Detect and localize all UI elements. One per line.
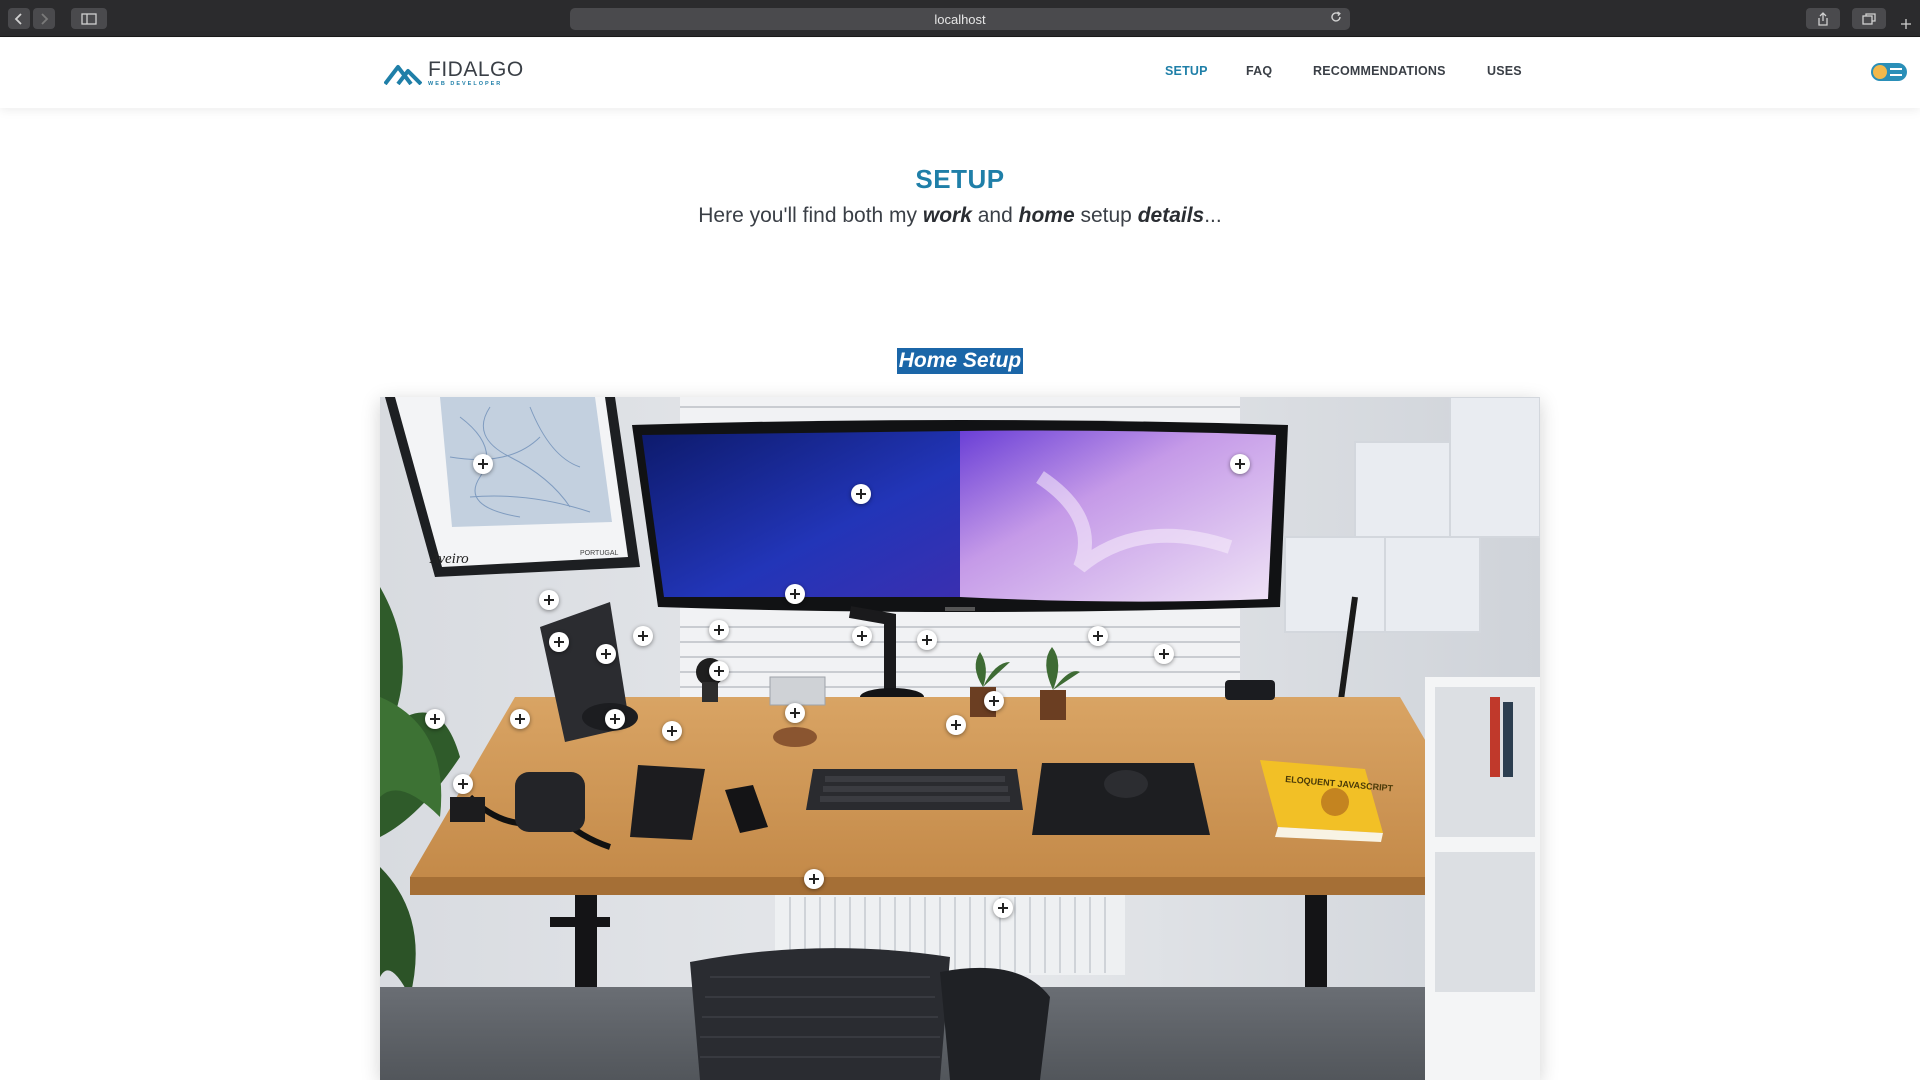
hotspot-chair[interactable] xyxy=(804,869,824,889)
section-heading: Home Setup xyxy=(0,346,1920,374)
hotspot-power-strip[interactable] xyxy=(453,774,473,794)
nav-link-uses[interactable]: USES xyxy=(1487,64,1522,78)
hotspot-map-poster[interactable] xyxy=(473,454,493,474)
address-bar[interactable]: localhost xyxy=(570,8,1350,30)
sidebar-icon xyxy=(81,12,97,25)
site-header: FIDALGO WEB DEVELOPER SETUP FAQ RECOMMEN… xyxy=(0,38,1920,108)
hotspot-phone-dock[interactable] xyxy=(1088,626,1108,646)
hotspot-camera[interactable] xyxy=(510,709,530,729)
subtitle-details: details xyxy=(1137,204,1205,227)
sidebar-toggle-button[interactable] xyxy=(71,8,107,29)
nav-link-setup[interactable]: SETUP xyxy=(1165,64,1208,78)
hotspot-tablet-stand[interactable] xyxy=(539,590,559,610)
chevron-right-icon xyxy=(41,12,49,25)
setup-photo: PORTUGAL Aveiro ELOQUENT JAVASCRIPT xyxy=(380,397,1540,1080)
tabs-button[interactable] xyxy=(1852,8,1886,29)
hotspot-dish[interactable] xyxy=(709,661,729,681)
sun-icon xyxy=(1873,65,1887,79)
hotspot-mousepad[interactable] xyxy=(946,715,966,735)
hotspot-light-panels[interactable] xyxy=(1230,454,1250,474)
hotspot-plant-2[interactable] xyxy=(917,630,937,650)
subtitle-text: setup xyxy=(1074,204,1138,227)
hotspot-plant-1[interactable] xyxy=(852,626,872,646)
logo-name: FIDALGO xyxy=(428,57,524,81)
chevron-left-icon xyxy=(14,12,22,25)
tabs-icon xyxy=(1862,12,1876,25)
forward-button[interactable] xyxy=(33,8,55,29)
hotspot-keyboard[interactable] xyxy=(785,703,805,723)
hotspot-controller[interactable] xyxy=(596,644,616,664)
logo[interactable]: FIDALGO WEB DEVELOPER xyxy=(384,58,524,88)
hotspot-monitor[interactable] xyxy=(851,484,871,504)
poster-signature: Aveiro xyxy=(429,551,469,567)
hotspot-lamp[interactable] xyxy=(1154,644,1174,664)
poster-country: PORTUGAL xyxy=(580,550,618,557)
page-title: SETUP xyxy=(915,164,1005,194)
hotspot-mini-pc[interactable] xyxy=(709,620,729,640)
hotspot-figurine[interactable] xyxy=(633,626,653,646)
theme-toggle[interactable] xyxy=(1871,63,1907,81)
back-button[interactable] xyxy=(8,8,30,29)
logo-mark-icon xyxy=(384,65,422,85)
share-icon xyxy=(1818,11,1828,26)
nav-link-faq[interactable]: FAQ xyxy=(1246,64,1272,78)
setup-photo-illustration: PORTUGAL Aveiro ELOQUENT JAVASCRIPT xyxy=(380,397,1540,1080)
share-button[interactable] xyxy=(1806,8,1840,29)
nav-link-recommendations[interactable]: RECOMMENDATIONS xyxy=(1313,64,1446,78)
subtitle-work: work xyxy=(922,204,972,227)
hotspot-monitor-arm[interactable] xyxy=(785,584,805,604)
logo-tagline: WEB DEVELOPER xyxy=(428,80,503,87)
page-subtitle: Here you'll find both my work and home s… xyxy=(0,204,1920,228)
hotspot-footrest[interactable] xyxy=(993,898,1013,918)
hotspot-speaker[interactable] xyxy=(549,632,569,652)
hotspot-notebook[interactable] xyxy=(605,709,625,729)
hotspot-phone[interactable] xyxy=(662,721,682,741)
hotspot-mouse[interactable] xyxy=(984,691,1004,711)
new-tab-button[interactable] xyxy=(1896,14,1916,34)
home-setup-heading: Home Setup xyxy=(896,348,1024,374)
browser-toolbar: localhost xyxy=(0,0,1920,37)
reload-icon[interactable] xyxy=(1330,11,1342,26)
subtitle-text: and xyxy=(971,204,1019,227)
subtitle-text: ... xyxy=(1204,204,1222,227)
address-text: localhost xyxy=(934,11,986,27)
subtitle-text: Here you'll find both my xyxy=(698,204,923,227)
subtitle-home: home xyxy=(1018,204,1075,227)
plus-icon xyxy=(1901,19,1911,29)
hotspot-mic-arm[interactable] xyxy=(425,709,445,729)
menu-icon xyxy=(1890,68,1902,76)
